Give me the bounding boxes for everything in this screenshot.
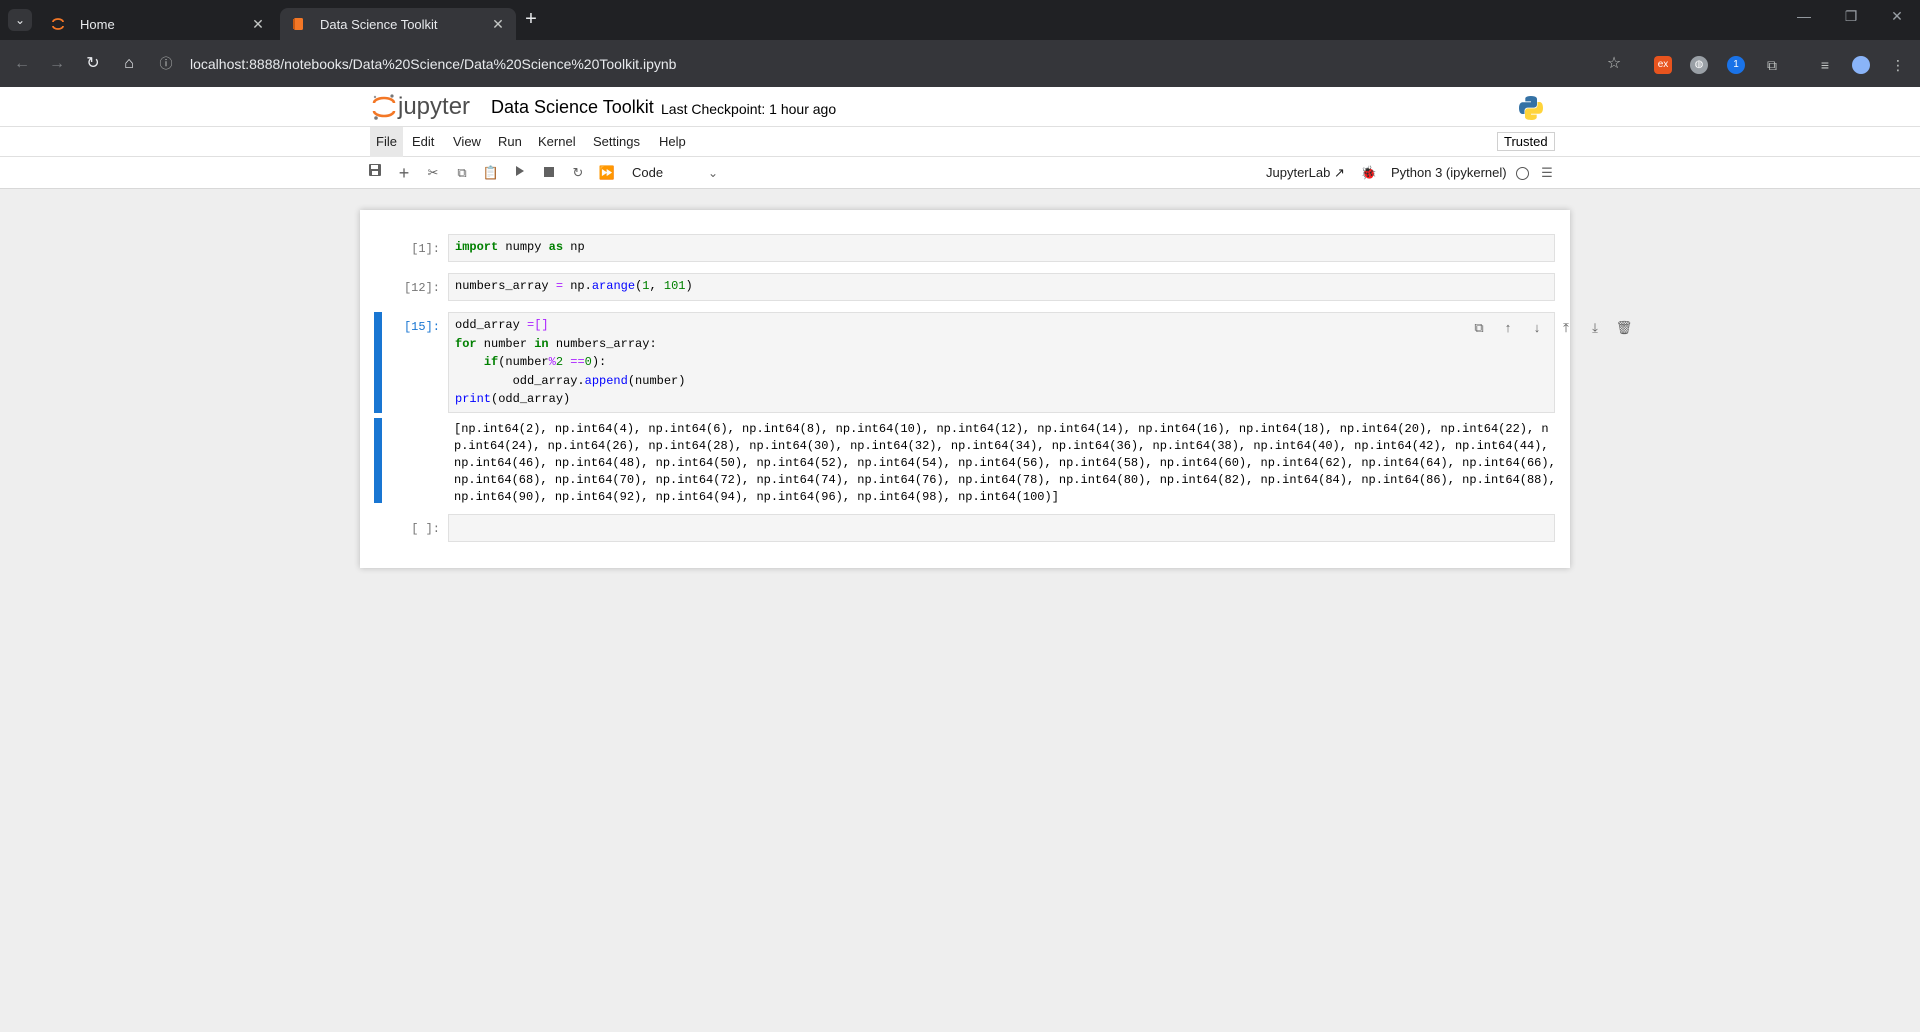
window-close-icon[interactable]: ✕ bbox=[1887, 8, 1907, 25]
media-queue-icon[interactable]: ≡ bbox=[1816, 56, 1834, 74]
restart-icon[interactable]: ↻ bbox=[568, 163, 588, 183]
add-cell-icon[interactable]: + bbox=[394, 163, 414, 183]
browser-tab-notebook[interactable]: Data Science Toolkit ✕ bbox=[280, 8, 516, 40]
cell-editor[interactable] bbox=[448, 514, 1555, 542]
open-jupyterlab-link[interactable]: JupyterLab ↗ bbox=[1266, 163, 1345, 183]
save-icon[interactable] bbox=[365, 163, 385, 183]
kernel-name[interactable]: Python 3 (ipykernel) bbox=[1391, 163, 1507, 183]
menu-settings[interactable]: Settings bbox=[587, 127, 646, 157]
close-icon[interactable]: ✕ bbox=[250, 16, 266, 33]
notebook-toolbar: + ✂ ⧉ 📋 ↻ ⏩ Code ⌄ JupyterLab ↗ 🐞 Python… bbox=[0, 157, 1920, 189]
forward-icon[interactable]: → bbox=[45, 52, 69, 76]
jupyter-favicon-icon bbox=[50, 16, 66, 32]
code-cell[interactable]: [1]: import numpy as np bbox=[360, 234, 1570, 262]
globe-extension-icon[interactable]: ◍ bbox=[1690, 56, 1708, 74]
url-text: localhost:8888/notebooks/Data%20Science/… bbox=[190, 56, 677, 72]
menu-file[interactable]: File bbox=[370, 127, 403, 157]
run-icon[interactable] bbox=[510, 163, 530, 183]
back-icon[interactable]: ← bbox=[10, 52, 34, 76]
jupyter-wordmark: jupyter bbox=[398, 93, 471, 120]
close-icon[interactable]: ✕ bbox=[490, 16, 506, 33]
cut-icon[interactable]: ✂ bbox=[423, 163, 443, 183]
cell-editor[interactable]: numbers_array = np.arange(1, 101) bbox=[448, 273, 1555, 301]
cell-toolbar: ⧉ ↑ ↓ ⤒ ⤓ 🗑 bbox=[1469, 318, 1634, 338]
menu-help[interactable]: Help bbox=[653, 127, 692, 157]
empty-code-cell[interactable]: [ ]: bbox=[360, 514, 1570, 542]
code-text: import numpy as np bbox=[455, 240, 585, 254]
reload-icon[interactable]: ↻ bbox=[81, 52, 105, 76]
site-info-icon[interactable]: ⓘ bbox=[156, 54, 176, 74]
notebook-title[interactable]: Data Science Toolkit bbox=[491, 97, 654, 118]
menu-edit[interactable]: Edit bbox=[406, 127, 440, 157]
cell-prompt: [12]: bbox=[403, 281, 440, 295]
cell-prompt: [15]: bbox=[403, 320, 440, 334]
output-collapser[interactable] bbox=[374, 418, 382, 503]
jupyter-logo-icon bbox=[372, 94, 396, 120]
fast-forward-icon[interactable]: ⏩ bbox=[597, 163, 617, 183]
extension-icon[interactable]: ex bbox=[1654, 56, 1672, 74]
code-text: numbers_array = np.arange(1, 101) bbox=[455, 279, 693, 293]
tab-title: Home bbox=[80, 16, 115, 32]
jupyter-menu-bar: File Edit View Run Kernel Settings Help … bbox=[0, 127, 1920, 157]
trusted-indicator[interactable]: Trusted bbox=[1497, 132, 1555, 151]
notebook-panel: [1]: import numpy as np [12]: numbers_ar… bbox=[360, 210, 1632, 568]
jupyterlab-label: JupyterLab bbox=[1266, 165, 1331, 180]
cell-type-value: Code bbox=[632, 165, 664, 180]
browser-tab-home[interactable]: Home ✕ bbox=[40, 8, 276, 40]
menu-kernel[interactable]: Kernel bbox=[532, 127, 582, 157]
address-bar[interactable]: ⓘ localhost:8888/notebooks/Data%20Scienc… bbox=[156, 48, 1624, 80]
chevron-down-icon: ⌄ bbox=[14, 13, 26, 27]
insert-above-icon[interactable]: ⤒ bbox=[1556, 318, 1576, 338]
browser-toolbar: ← → ↻ ⌂ ⓘ localhost:8888/notebooks/Data%… bbox=[0, 40, 1920, 87]
duplicate-icon[interactable]: ⧉ bbox=[1469, 318, 1489, 338]
cell-output: [np.int64(2), np.int64(4), np.int64(6), … bbox=[454, 422, 1556, 504]
cell-editor[interactable]: import numpy as np bbox=[448, 234, 1555, 262]
kernel-status-idle-icon bbox=[1516, 167, 1529, 180]
external-link-icon: ↗ bbox=[1333, 165, 1345, 180]
cell-prompt: [1]: bbox=[411, 242, 440, 256]
jupyter-logo[interactable]: jupyter bbox=[372, 92, 470, 122]
browser-tab-bar: ⌄ Home ✕ Data Science Toolkit ✕ + — ❐ ✕ bbox=[0, 0, 1920, 40]
browser-menu-icon[interactable]: ⋮ bbox=[1889, 56, 1907, 74]
checkpoint-status: Last Checkpoint: 1 hour ago bbox=[661, 101, 837, 117]
python-logo-icon bbox=[1519, 96, 1543, 120]
hamburger-menu-icon[interactable]: ☰ bbox=[1537, 163, 1557, 183]
cell-type-select[interactable]: Code ⌄ bbox=[632, 163, 718, 183]
extensions-puzzle-icon[interactable]: ⧉ bbox=[1763, 56, 1781, 74]
delete-icon[interactable]: 🗑 bbox=[1614, 318, 1634, 338]
restore-icon[interactable]: ❐ bbox=[1841, 8, 1861, 25]
new-tab-button[interactable]: + bbox=[520, 8, 542, 30]
cell-prompt: [ ]: bbox=[411, 522, 440, 536]
menu-view[interactable]: View bbox=[447, 127, 487, 157]
tab-title: Data Science Toolkit bbox=[320, 16, 438, 32]
copy-icon[interactable]: ⧉ bbox=[452, 163, 472, 183]
active-code-cell[interactable]: [15]: odd_array =[] for number in number… bbox=[360, 312, 1632, 505]
tab-search-button[interactable]: ⌄ bbox=[8, 9, 32, 31]
paste-icon[interactable]: 📋 bbox=[481, 163, 501, 183]
debugger-bug-icon[interactable]: 🐞 bbox=[1359, 163, 1379, 183]
menu-run[interactable]: Run bbox=[492, 127, 528, 157]
code-cell[interactable]: [12]: numbers_array = np.arange(1, 101) bbox=[360, 273, 1570, 301]
code-text: odd_array =[] for number in numbers_arra… bbox=[455, 318, 686, 406]
stop-icon[interactable] bbox=[539, 163, 559, 183]
insert-below-icon[interactable]: ⤓ bbox=[1585, 318, 1605, 338]
move-up-icon[interactable]: ↑ bbox=[1498, 318, 1518, 338]
profile-avatar[interactable] bbox=[1852, 56, 1870, 74]
home-icon[interactable]: ⌂ bbox=[117, 52, 141, 76]
cell-editor[interactable]: odd_array =[] for number in numbers_arra… bbox=[448, 312, 1632, 413]
jupyter-header: jupyter Data Science Toolkit Last Checkp… bbox=[0, 87, 1920, 127]
move-down-icon[interactable]: ↓ bbox=[1527, 318, 1547, 338]
bookmark-star-icon[interactable]: ☆ bbox=[1602, 52, 1626, 76]
notebook-favicon-icon bbox=[290, 16, 306, 32]
minimize-icon[interactable]: — bbox=[1794, 8, 1814, 24]
password-manager-icon[interactable]: 1 bbox=[1727, 56, 1745, 74]
chevron-down-icon: ⌄ bbox=[707, 166, 718, 180]
